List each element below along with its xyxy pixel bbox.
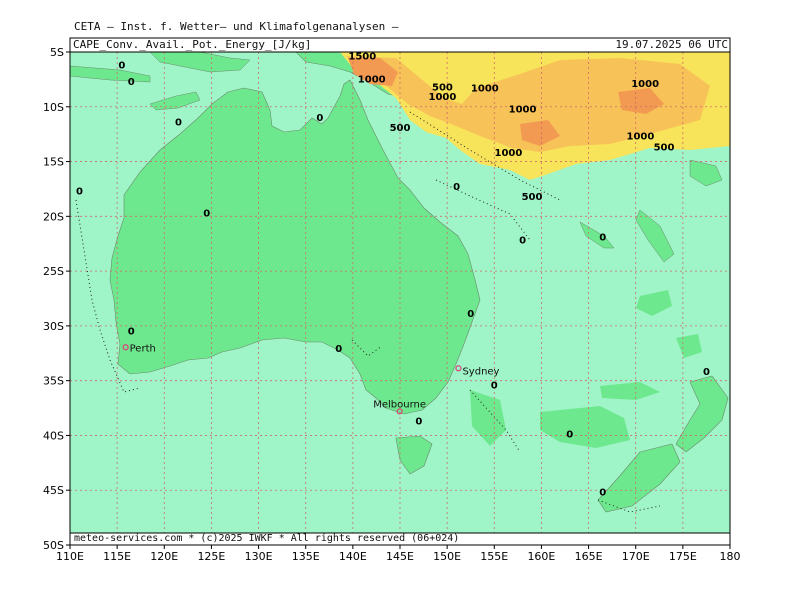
datetime-label: 19.07.2025 06 UTC [615, 38, 728, 51]
contour-label: 1500 [348, 52, 376, 63]
lon-tick-label: 170E [622, 550, 650, 563]
lon-tick-label: 115E [103, 550, 131, 563]
contour-label: 1000 [631, 79, 659, 90]
lat-tick-label: 15S [43, 156, 64, 169]
lat-tick-label: 20S [43, 210, 64, 223]
lon-tick-label: 150E [433, 550, 461, 563]
lat-tick-label: 5S [50, 46, 64, 59]
contour-label: 1000 [429, 92, 457, 103]
contour-label: 0 [175, 117, 182, 128]
lat-tick-label: 50S [43, 539, 64, 552]
lat-tick-label: 10S [43, 101, 64, 114]
contour-label: 0 [203, 208, 210, 219]
lon-tick-label: 125E [197, 550, 225, 563]
lon-tick-label: 180 [720, 550, 741, 563]
contour-label: 0 [118, 60, 125, 71]
lon-tick-label: 145E [386, 550, 414, 563]
cape-map: 00000000 00000000015001000500100010005001… [43, 37, 741, 563]
lon-tick-label: 130E [245, 550, 273, 563]
lon-tick-label: 165E [575, 550, 603, 563]
lon-tick-label: 175E [669, 550, 697, 563]
contour-label: 0 [491, 380, 498, 391]
contour-label: 0 [599, 488, 606, 499]
contour-label: 500 [522, 192, 543, 203]
lat-tick-label: 45S [43, 484, 64, 497]
contour-label: 0 [128, 327, 135, 338]
parameter-title: CAPE_Conv._Avail._Pot._Energy_[J/kg] [73, 38, 312, 51]
city-label: Melbourne [373, 399, 426, 410]
lat-tick-label: 25S [43, 265, 64, 278]
contour-label: 0 [335, 344, 342, 355]
lon-tick-label: 155E [480, 550, 508, 563]
contour-label: 0 [76, 186, 83, 197]
contour-label: 500 [390, 123, 411, 134]
contour-label: 0 [316, 113, 323, 124]
contour-label: 0 [415, 416, 422, 427]
city-label: Sydney [462, 366, 499, 377]
contour-label: 0 [128, 77, 135, 88]
lon-tick-label: 135E [292, 550, 320, 563]
contour-label: 0 [467, 309, 474, 320]
contour-label: 1000 [358, 75, 386, 86]
contour-label: 0 [566, 430, 573, 441]
lon-tick-label: 120E [150, 550, 178, 563]
footer-copyright: meteo-services.com * (c)2025 IWKF * All … [74, 533, 460, 544]
lat-tick-label: 35S [43, 375, 64, 388]
institute-title: CETA — Inst. f. Wetter— und Klimafolgena… [74, 20, 399, 33]
lat-tick-label: 30S [43, 320, 64, 333]
contour-label: 1000 [471, 83, 499, 94]
contour-label: 0 [519, 236, 526, 247]
contour-label: 500 [654, 143, 675, 154]
lon-tick-label: 140E [339, 550, 367, 563]
city-label: Perth [130, 343, 156, 354]
contour-label: 0 [703, 367, 710, 378]
contour-label: 0 [599, 232, 606, 243]
contour-label: 1000 [509, 104, 537, 115]
lat-tick-label: 40S [43, 429, 64, 442]
lon-tick-label: 160E [527, 550, 555, 563]
contour-label: 1000 [495, 148, 523, 159]
contour-label: 1000 [627, 132, 655, 143]
contour-label: 0 [453, 182, 460, 193]
